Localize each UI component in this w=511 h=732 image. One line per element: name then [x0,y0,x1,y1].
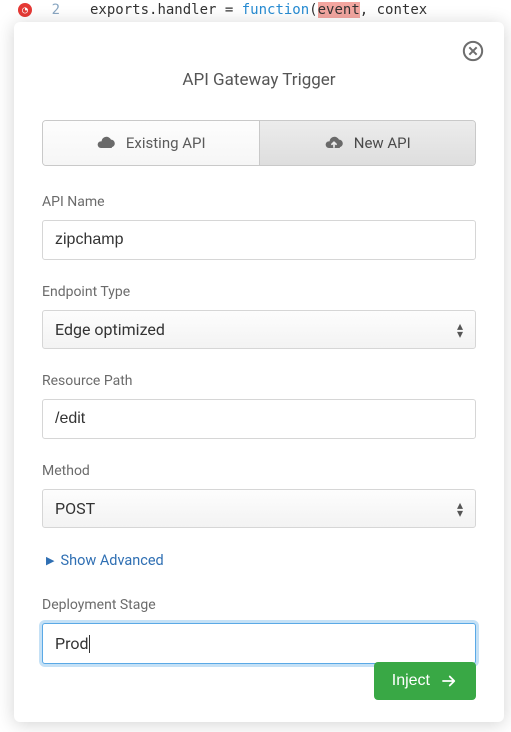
chevron-updown-icon: ▴▾ [457,322,463,338]
show-advanced-toggle[interactable]: ▶ Show Advanced [46,552,476,569]
field-resource-path: Resource Path [42,373,476,439]
modal-title: API Gateway Trigger [42,70,476,90]
resource-path-input[interactable] [42,399,476,439]
code-token: ( [309,2,317,18]
deployment-stage-input[interactable]: Prod [42,623,476,664]
deployment-stage-label: Deployment Stage [42,597,476,613]
method-label: Method [42,463,476,479]
line-number: 2 [40,2,60,18]
method-value: POST [55,499,95,518]
cloud-icon [96,133,116,153]
field-method: Method POST ▴▾ [42,463,476,528]
chevron-updown-icon: ▴▾ [457,501,463,517]
code-token: exports [90,2,149,18]
cloud-upload-icon [324,133,344,153]
code-token: .handler [149,2,225,18]
endpoint-type-value: Edge optimized [55,320,165,339]
code-token-keyword: function [242,2,309,18]
code-token: , contex [360,2,427,18]
api-name-input[interactable] [42,220,476,260]
api-gateway-modal: API Gateway Trigger Existing API New API… [14,22,504,722]
code-token-highlight: event [318,2,360,18]
inject-button[interactable]: Inject [374,662,476,700]
field-api-name: API Name [42,194,476,260]
api-name-label: API Name [42,194,476,210]
error-gutter-icon: ◔ [18,3,32,17]
text-caret [89,635,90,653]
inject-button-label: Inject [392,672,430,690]
caret-right-icon: ▶ [46,554,54,567]
modal-footer: Inject [374,662,476,700]
tab-new-api-label: New API [354,134,411,152]
field-deployment-stage: Deployment Stage Prod [42,597,476,664]
field-endpoint-type: Endpoint Type Edge optimized ▴▾ [42,284,476,349]
endpoint-type-label: Endpoint Type [42,284,476,300]
show-advanced-label: Show Advanced [60,552,163,569]
tab-existing-api-label: Existing API [126,134,206,152]
api-source-toggle: Existing API New API [42,120,476,166]
editor-line: ◔ 2 exports.handler = function(event, co… [0,0,511,20]
tab-existing-api[interactable]: Existing API [43,121,259,165]
tab-new-api[interactable]: New API [259,121,476,165]
resource-path-label: Resource Path [42,373,476,389]
arrow-right-icon [440,672,458,690]
close-button[interactable] [462,40,484,62]
code-token: = [225,2,242,18]
close-icon [462,40,484,62]
endpoint-type-select[interactable]: Edge optimized ▴▾ [42,310,476,349]
method-select[interactable]: POST ▴▾ [42,489,476,528]
deployment-stage-value: Prod [55,634,89,653]
